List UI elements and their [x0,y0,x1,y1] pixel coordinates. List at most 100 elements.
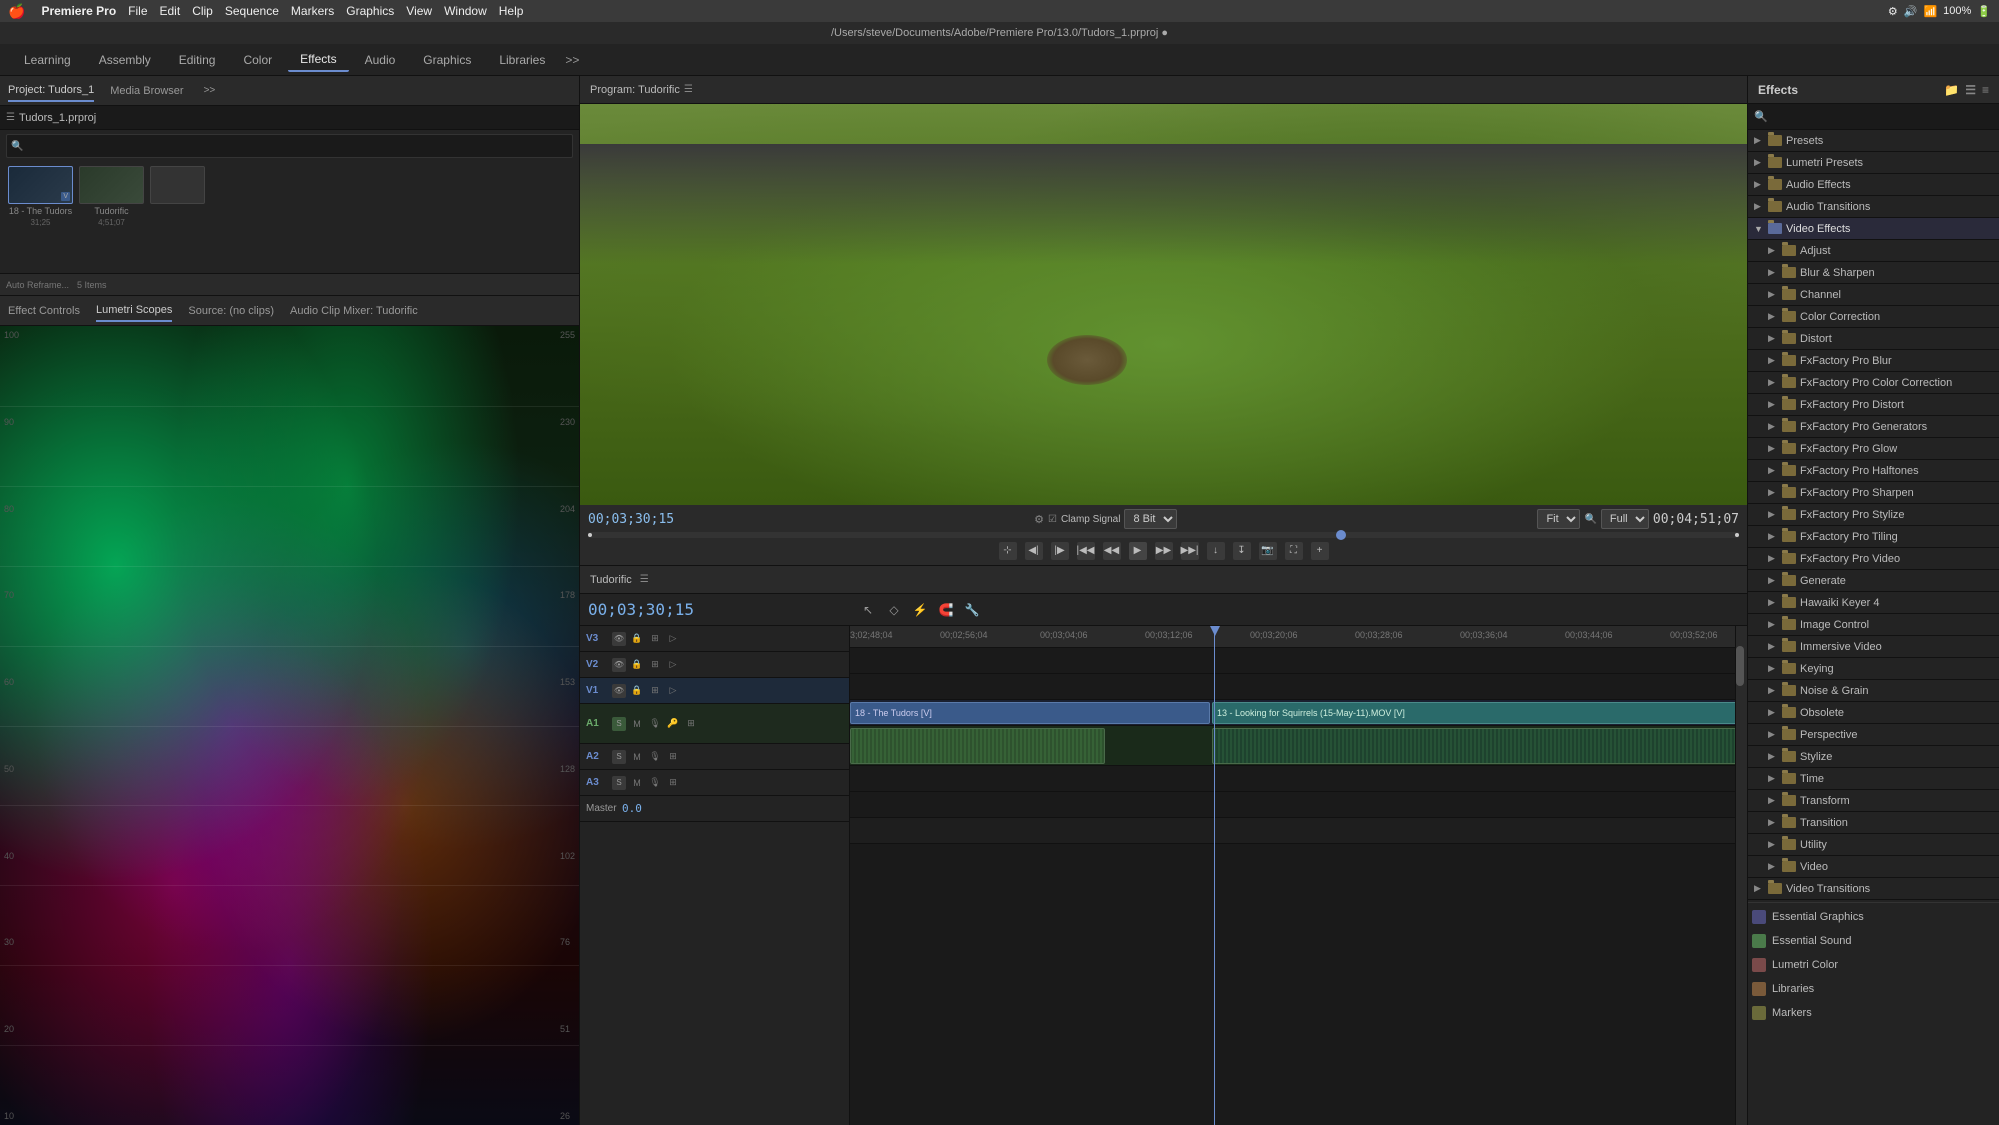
wrench-icon[interactable]: 🔧 [962,600,982,620]
a2-mute[interactable]: M [630,750,644,764]
menu-clip[interactable]: Clip [192,4,213,18]
a2-sync[interactable]: ⊞ [666,750,680,764]
category-noise-grain[interactable]: ▶ Noise & Grain [1748,680,1999,702]
category-fxfactory-blur[interactable]: ▶ FxFactory Pro Blur [1748,350,1999,372]
category-immersive[interactable]: ▶ Immersive Video [1748,636,1999,658]
a3-sync[interactable]: ⊞ [666,776,680,790]
category-fx-stylize[interactable]: ▶ FxFactory Pro Stylize [1748,504,1999,526]
list-view-icon[interactable]: ☰ [6,112,15,123]
category-time[interactable]: ▶ Time [1748,768,1999,790]
essential-graphics[interactable]: Essential Graphics [1748,905,1999,929]
a1-mute[interactable]: M [630,717,644,731]
add-marker-timeline-btn[interactable]: ◇ [884,600,904,620]
category-video[interactable]: ▶ Video [1748,856,1999,878]
v1-sync[interactable]: ⊞ [648,684,662,698]
source-tab[interactable]: Source: (no clips) [188,301,274,321]
prev-edit-btn[interactable]: |◀◀ [1077,542,1095,560]
menu-help[interactable]: Help [499,4,524,18]
a1-sync[interactable]: ⊞ [684,717,698,731]
project-item-tudorific[interactable]: Tudorific 4;51;07 [79,166,144,227]
menu-file[interactable]: File [128,4,147,18]
step-fwd-btn[interactable]: |▶ [1051,542,1069,560]
back-frame-btn[interactable]: ◀◀ [1103,542,1121,560]
selection-tool[interactable]: ↖ [858,600,878,620]
v3-eye-icon[interactable]: 👁 [612,632,626,646]
a1-key[interactable]: 🔑 [666,717,680,731]
category-transform[interactable]: ▶ Transform [1748,790,1999,812]
timeline-vscrollbar[interactable] [1735,626,1747,1125]
category-adjust[interactable]: ▶ Adjust [1748,240,1999,262]
list-icon[interactable]: ☰ [1965,83,1976,97]
tab-libraries[interactable]: Libraries [487,49,557,71]
app-name[interactable]: Premiere Pro [41,4,116,18]
menu-edit[interactable]: Edit [160,4,181,18]
category-fx-sharpen[interactable]: ▶ FxFactory Pro Sharpen [1748,482,1999,504]
category-obsolete[interactable]: ▶ Obsolete [1748,702,1999,724]
workspace-more[interactable]: >> [565,53,579,67]
category-perspective[interactable]: ▶ Perspective [1748,724,1999,746]
project-search[interactable]: 🔍 [6,134,573,158]
full-screen-btn[interactable]: ⛶ [1285,542,1303,560]
v3-sync[interactable]: ⊞ [648,632,662,646]
search-input[interactable] [23,141,568,152]
settings-icon[interactable]: ⚙ [1034,513,1044,526]
add-marker-btn[interactable]: ⊹ [999,542,1017,560]
clip-squirrels[interactable]: 13 - Looking for Squirrels (15-May-11).M… [1212,702,1747,724]
category-fx-video[interactable]: ▶ FxFactory Pro Video [1748,548,1999,570]
fit-dropdown[interactable]: Fit [1537,509,1580,529]
category-lumetri-presets[interactable]: ▶ Lumetri Presets [1748,152,1999,174]
media-browser-tab[interactable]: Media Browser [110,81,183,101]
menu-markers[interactable]: Markers [291,4,334,18]
v1-eye-icon[interactable]: 👁 [612,684,626,698]
tab-color[interactable]: Color [231,49,284,71]
category-audio-effects[interactable]: ▶ Audio Effects [1748,174,1999,196]
play-btn[interactable]: ▶ [1129,542,1147,560]
clip-tudors[interactable]: 18 - The Tudors [V] [850,702,1210,724]
tab-graphics[interactable]: Graphics [411,49,483,71]
playback-bar[interactable] [588,532,1739,537]
category-image-control[interactable]: ▶ Image Control [1748,614,1999,636]
v3-arrow[interactable]: ▷ [666,632,680,646]
tab-effects[interactable]: Effects [288,48,348,72]
v1-arrow[interactable]: ▷ [666,684,680,698]
project-tab[interactable]: Project: Tudors_1 [8,80,94,102]
tab-audio[interactable]: Audio [353,49,408,71]
category-stylize[interactable]: ▶ Stylize [1748,746,1999,768]
category-fx-distort[interactable]: ▶ FxFactory Pro Distort [1748,394,1999,416]
a1-solo[interactable]: S [612,717,626,731]
v3-lock[interactable]: 🔒 [630,632,644,646]
category-transition[interactable]: ▶ Transition [1748,812,1999,834]
category-color-correction[interactable]: ▶ Color Correction [1748,306,1999,328]
a2-solo[interactable]: S [612,750,626,764]
category-keying[interactable]: ▶ Keying [1748,658,1999,680]
markers[interactable]: Markers [1748,1001,1999,1025]
step-back-btn[interactable]: ◀| [1025,542,1043,560]
v2-eye-icon[interactable]: 👁 [612,658,626,672]
menu-window[interactable]: Window [444,4,487,18]
fit-select[interactable]: 8 Bit [1124,509,1177,529]
category-fx-glow[interactable]: ▶ FxFactory Pro Glow [1748,438,1999,460]
tab-learning[interactable]: Learning [12,49,83,71]
category-fx-halftones[interactable]: ▶ FxFactory Pro Halftones [1748,460,1999,482]
libraries[interactable]: Libraries [1748,977,1999,1001]
v1-lock[interactable]: 🔒 [630,684,644,698]
a3-mute[interactable]: M [630,776,644,790]
category-utility[interactable]: ▶ Utility [1748,834,1999,856]
a3-mic[interactable]: 🎙 [648,776,662,790]
audio-clip-mixer-tab[interactable]: Audio Clip Mixer: Tudorific [290,301,418,321]
menu-graphics[interactable]: Graphics [346,4,394,18]
a1-mic[interactable]: 🎙 [648,717,662,731]
category-blur-sharpen[interactable]: ▶ Blur & Sharpen [1748,262,1999,284]
category-fx-generators[interactable]: ▶ FxFactory Pro Generators [1748,416,1999,438]
tab-editing[interactable]: Editing [167,49,228,71]
category-fx-tiling[interactable]: ▶ FxFactory Pro Tiling [1748,526,1999,548]
overwrite-btn[interactable]: ↧ [1233,542,1251,560]
a3-solo[interactable]: S [612,776,626,790]
monitor-menu-icon[interactable]: ☰ [684,84,693,95]
more-btn[interactable]: + [1311,542,1329,560]
effects-search-input[interactable] [1772,111,1993,123]
category-distort[interactable]: ▶ Distort [1748,328,1999,350]
category-channel[interactable]: ▶ Channel [1748,284,1999,306]
tab-assembly[interactable]: Assembly [87,49,163,71]
category-video-effects[interactable]: ▼ Video Effects [1748,218,1999,240]
